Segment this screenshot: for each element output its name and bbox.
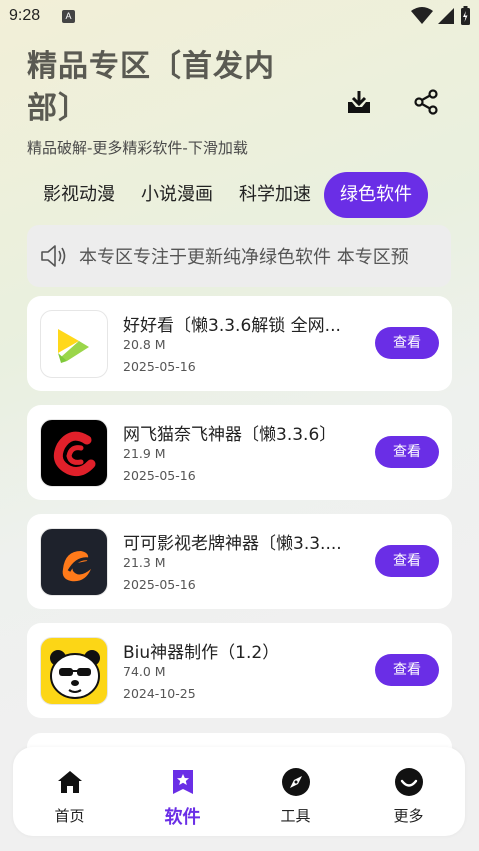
nav-software[interactable]: 软件 (126, 747, 239, 836)
app-card[interactable]: 可可影视老牌神器〔懒3.3.... 21.3 M 2025-05-16 查看 (27, 514, 452, 609)
compass-icon (281, 767, 311, 797)
red-c-logo-icon (53, 431, 96, 476)
app-icon (40, 310, 108, 378)
view-button[interactable]: 查看 (375, 545, 439, 577)
nav-label: 软件 (164, 807, 201, 828)
app-card[interactable]: Biu神器制作（1.2） 74.0 M 2024-10-25 查看 (27, 623, 452, 718)
smile-icon (394, 767, 424, 797)
nav-label: 更多 (393, 807, 424, 825)
app-size: 21.3 M (123, 555, 166, 570)
panda-logo-icon (50, 650, 100, 699)
app-card[interactable]: 网飞猫奈飞神器〔懒3.3.6〕 21.9 M 2025-05-16 查看 (27, 405, 452, 500)
tab-movies-anime[interactable]: 影视动漫 (30, 172, 128, 218)
app-date: 2025-05-16 (123, 359, 196, 374)
status-time: 9:28 (9, 7, 41, 24)
nav-more[interactable]: 更多 (352, 747, 465, 836)
page-subtitle: 精品破解-更多精彩软件-下滑加载 (27, 139, 248, 157)
share-button[interactable] (410, 86, 442, 118)
app-name: 网飞猫奈飞神器〔懒3.3.6〕 (123, 425, 337, 445)
battery-icon (461, 6, 470, 25)
speaker-icon (41, 245, 66, 267)
page-title: 精品专区〔首发内部〕 (27, 49, 275, 126)
tab-science-accel[interactable]: 科学加速 (226, 172, 324, 218)
app-date: 2025-05-16 (123, 468, 196, 483)
tab-green-software[interactable]: 绿色软件 (324, 172, 428, 218)
wifi-icon (411, 7, 433, 24)
status-right (411, 6, 471, 26)
app-size: 74.0 M (123, 664, 166, 679)
app-size: 21.9 M (123, 446, 166, 461)
bottom-nav: 首页 软件 工具 更多 (13, 747, 465, 836)
view-button[interactable]: 查看 (375, 327, 439, 359)
app-icon (40, 528, 108, 596)
view-button[interactable]: 查看 (375, 436, 439, 468)
nav-label: 首页 (54, 807, 85, 825)
notice-banner: 本专区专注于更新纯净绿色软件 本专区预 (27, 225, 451, 287)
app-name: Biu神器制作（1.2） (123, 643, 280, 663)
notice-text: 本专区专注于更新纯净绿色软件 本专区预 (79, 247, 409, 268)
app-icon (40, 637, 108, 705)
app-name: 可可影视老牌神器〔懒3.3.... (123, 534, 342, 554)
app-card[interactable]: 好好看〔懒3.3.6解锁 全网... 20.8 M 2025-05-16 查看 (27, 296, 452, 391)
app-date: 2025-05-16 (123, 577, 196, 592)
app-size: 20.8 M (123, 337, 166, 352)
software-star-icon (168, 767, 198, 797)
download-icon (348, 91, 370, 113)
nav-home[interactable]: 首页 (13, 747, 126, 836)
nav-label: 工具 (280, 807, 311, 825)
tab-novels-comics[interactable]: 小说漫画 (128, 172, 226, 218)
nav-tools[interactable]: 工具 (239, 747, 352, 836)
home-icon (55, 767, 85, 797)
yellow-play-logo-icon (58, 329, 89, 363)
download-button[interactable] (343, 86, 375, 118)
status-bar: 9:28 A (0, 0, 479, 34)
orange-swirl-logo-icon (62, 551, 91, 582)
share-icon (414, 89, 438, 115)
view-button[interactable]: 查看 (375, 654, 439, 686)
app-date: 2024-10-25 (123, 686, 196, 701)
app-icon (40, 419, 108, 487)
app-name: 好好看〔懒3.3.6解锁 全网... (123, 316, 341, 336)
category-tabs: 影视动漫 小说漫画 科学加速 绿色软件 (30, 172, 428, 218)
status-a-badge: A (62, 10, 75, 23)
signal-icon (438, 8, 454, 24)
